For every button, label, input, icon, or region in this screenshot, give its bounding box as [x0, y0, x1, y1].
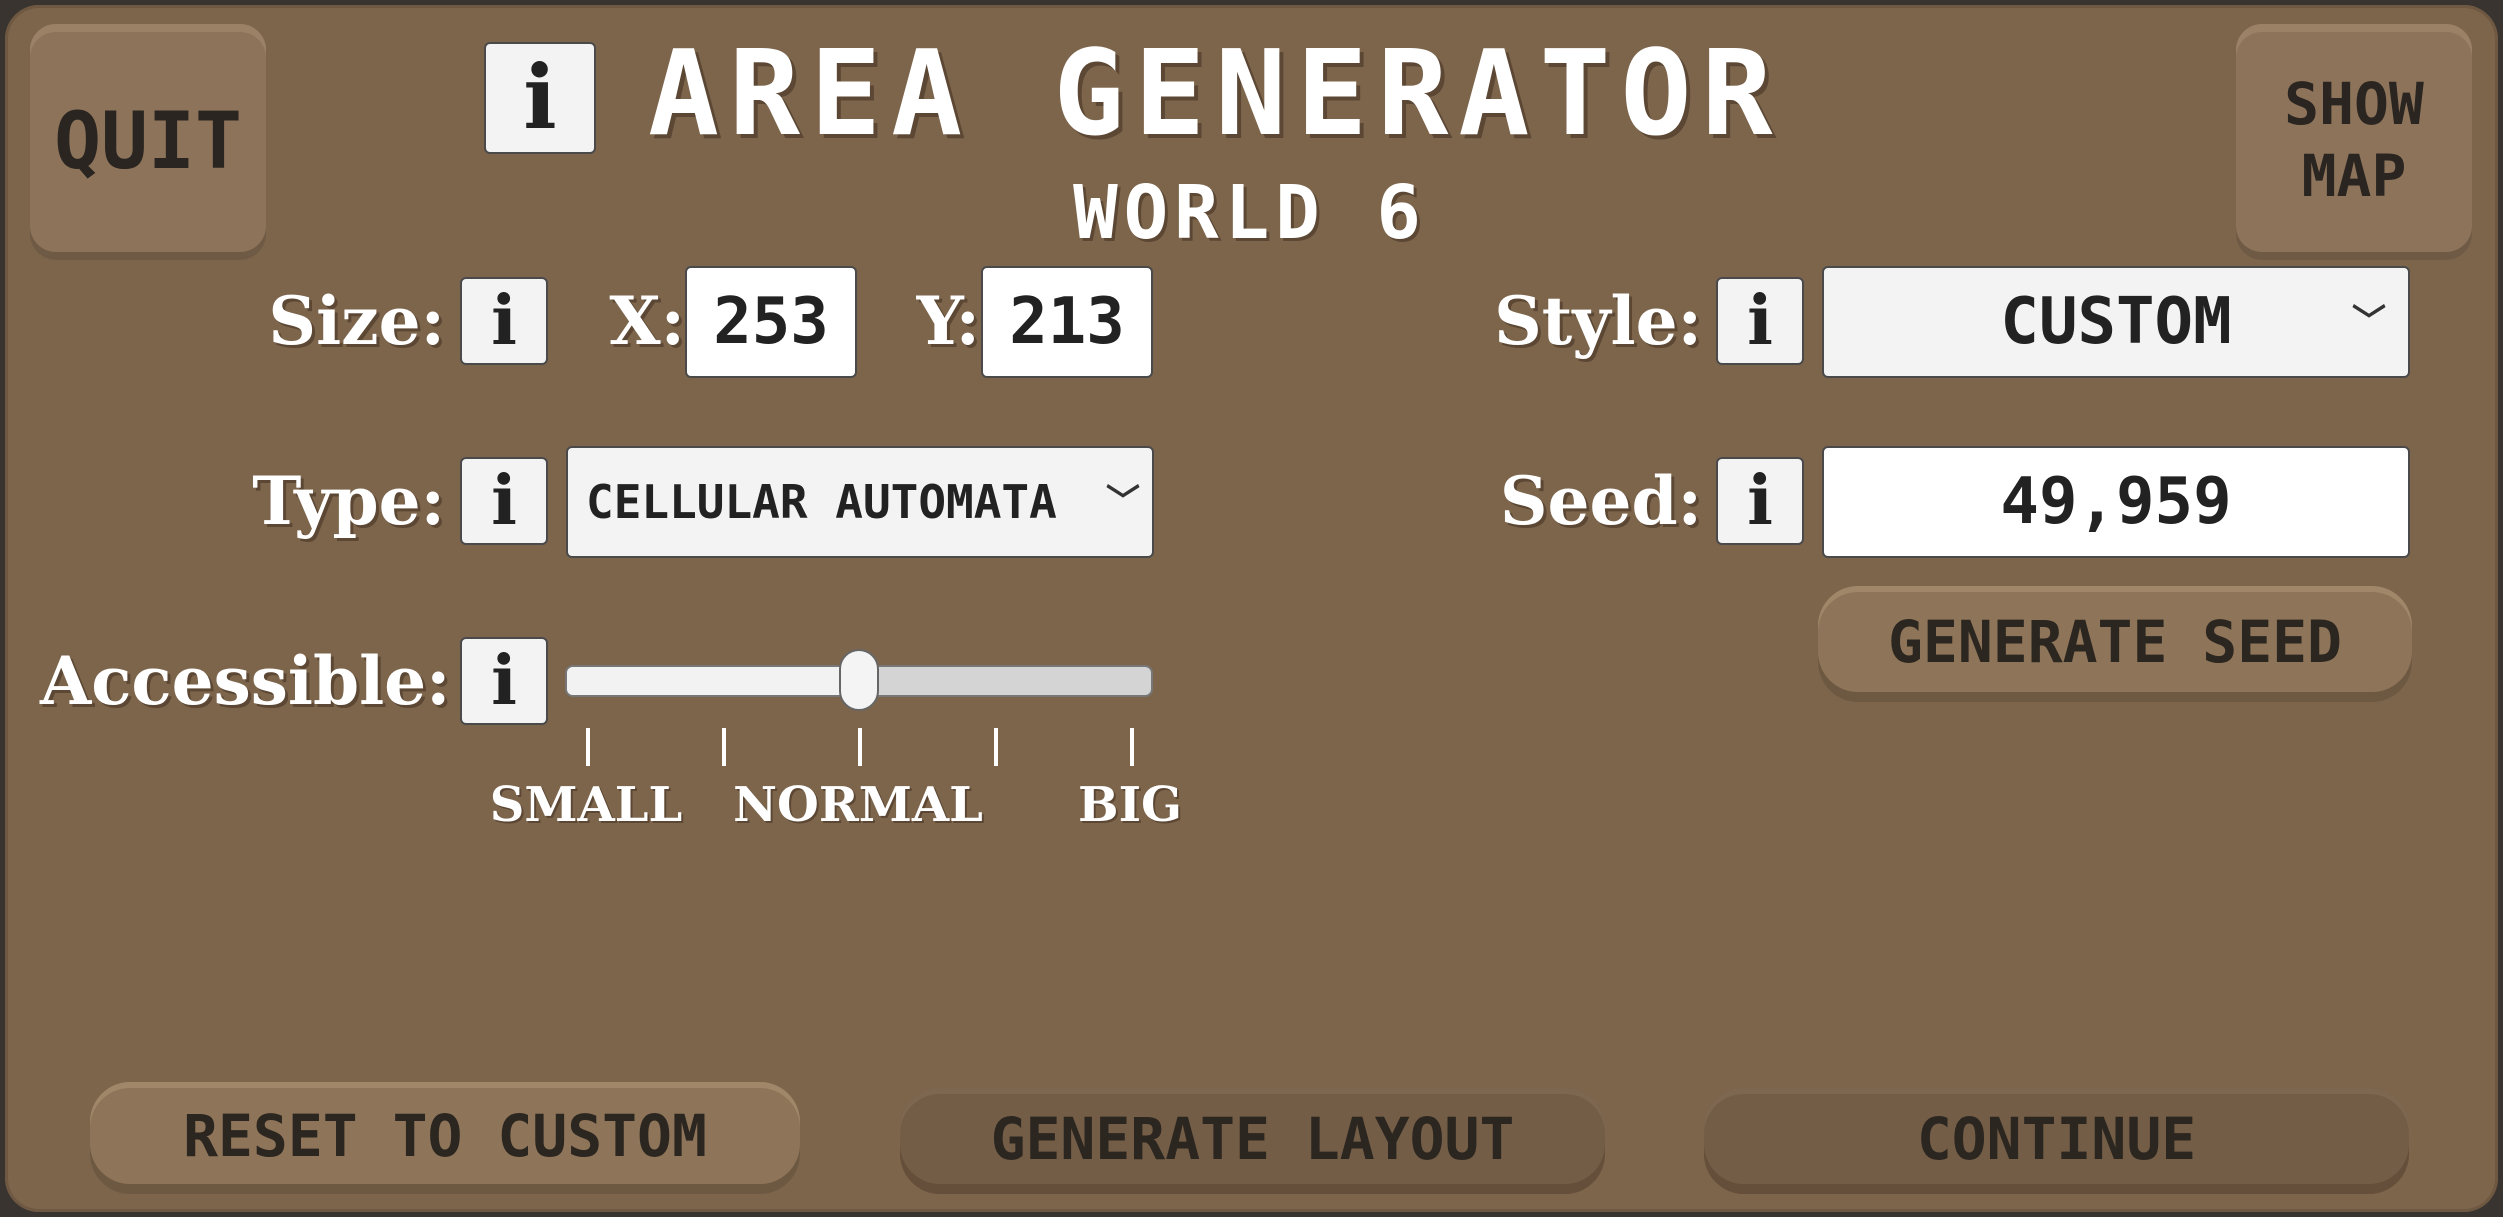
accessible-slider[interactable]: [565, 649, 1153, 711]
accessible-tick: [994, 728, 998, 766]
generate-seed-label: GENERATE SEED: [1888, 608, 2342, 676]
accessible-tick: [1130, 728, 1134, 766]
style-info-button[interactable]: i: [1716, 277, 1804, 365]
accessible-tick-label-small: SMALL: [489, 777, 683, 833]
seed-input[interactable]: 49,959: [1822, 446, 2410, 558]
size-x-label: X:: [609, 282, 685, 360]
accessible-info-button[interactable]: i: [460, 637, 548, 725]
size-label: Size:: [268, 282, 445, 360]
generate-layout-label: GENERATE LAYOUT: [990, 1105, 1515, 1173]
accessible-tick-label-big: BIG: [1077, 777, 1183, 833]
show-map-button[interactable]: SHOW MAP: [2236, 24, 2472, 260]
size-info-button[interactable]: i: [460, 277, 548, 365]
accessible-slider-thumb[interactable]: [839, 649, 879, 711]
accessible-tick-label-normal: NORMAL: [733, 777, 983, 833]
accessible-slider-fill: [567, 667, 859, 695]
quit-button[interactable]: QUIT: [30, 24, 266, 260]
quit-button-label: QUIT: [54, 97, 242, 187]
title-info-button[interactable]: i: [484, 42, 596, 154]
show-map-label-line1: SHOW: [2284, 70, 2424, 138]
reset-to-custom-button[interactable]: RESET TO CUSTOM: [90, 1082, 800, 1194]
accessible-label: Accessible:: [40, 642, 451, 720]
continue-label: CONTINUE: [1916, 1105, 2197, 1173]
type-info-button[interactable]: i: [460, 457, 548, 545]
accessible-tick: [586, 728, 590, 766]
size-x-input[interactable]: 253: [685, 266, 857, 378]
size-y-label: Y:: [916, 282, 980, 360]
seed-info-button[interactable]: i: [1716, 457, 1804, 545]
generate-seed-button[interactable]: GENERATE SEED: [1818, 586, 2412, 702]
chevron-down-icon: ﹀: [1106, 482, 1140, 522]
page-subtitle: WORLD 6: [1073, 170, 1427, 256]
show-map-label-line2: MAP: [2301, 142, 2407, 210]
page-title: AREA GENERATOR: [648, 24, 1783, 162]
continue-button[interactable]: CONTINUE: [1704, 1088, 2409, 1194]
type-dropdown-value: CELLULAR AUTOMATA: [586, 475, 1057, 529]
accessible-tick: [858, 728, 862, 766]
generate-layout-button[interactable]: GENERATE LAYOUT: [900, 1088, 1605, 1194]
style-dropdown-value: CUSTOM: [2000, 285, 2232, 359]
chevron-down-icon: ﹀: [2352, 302, 2386, 342]
style-label: Style:: [1494, 282, 1702, 360]
type-label: Type:: [252, 462, 445, 540]
accessible-tick: [722, 728, 726, 766]
size-y-input[interactable]: 213: [981, 266, 1153, 378]
seed-label: Seed:: [1499, 462, 1702, 540]
type-dropdown[interactable]: CELLULAR AUTOMATA ﹀: [566, 446, 1154, 558]
reset-to-custom-label: RESET TO CUSTOM: [183, 1102, 707, 1170]
style-dropdown[interactable]: CUSTOM ﹀: [1822, 266, 2410, 378]
